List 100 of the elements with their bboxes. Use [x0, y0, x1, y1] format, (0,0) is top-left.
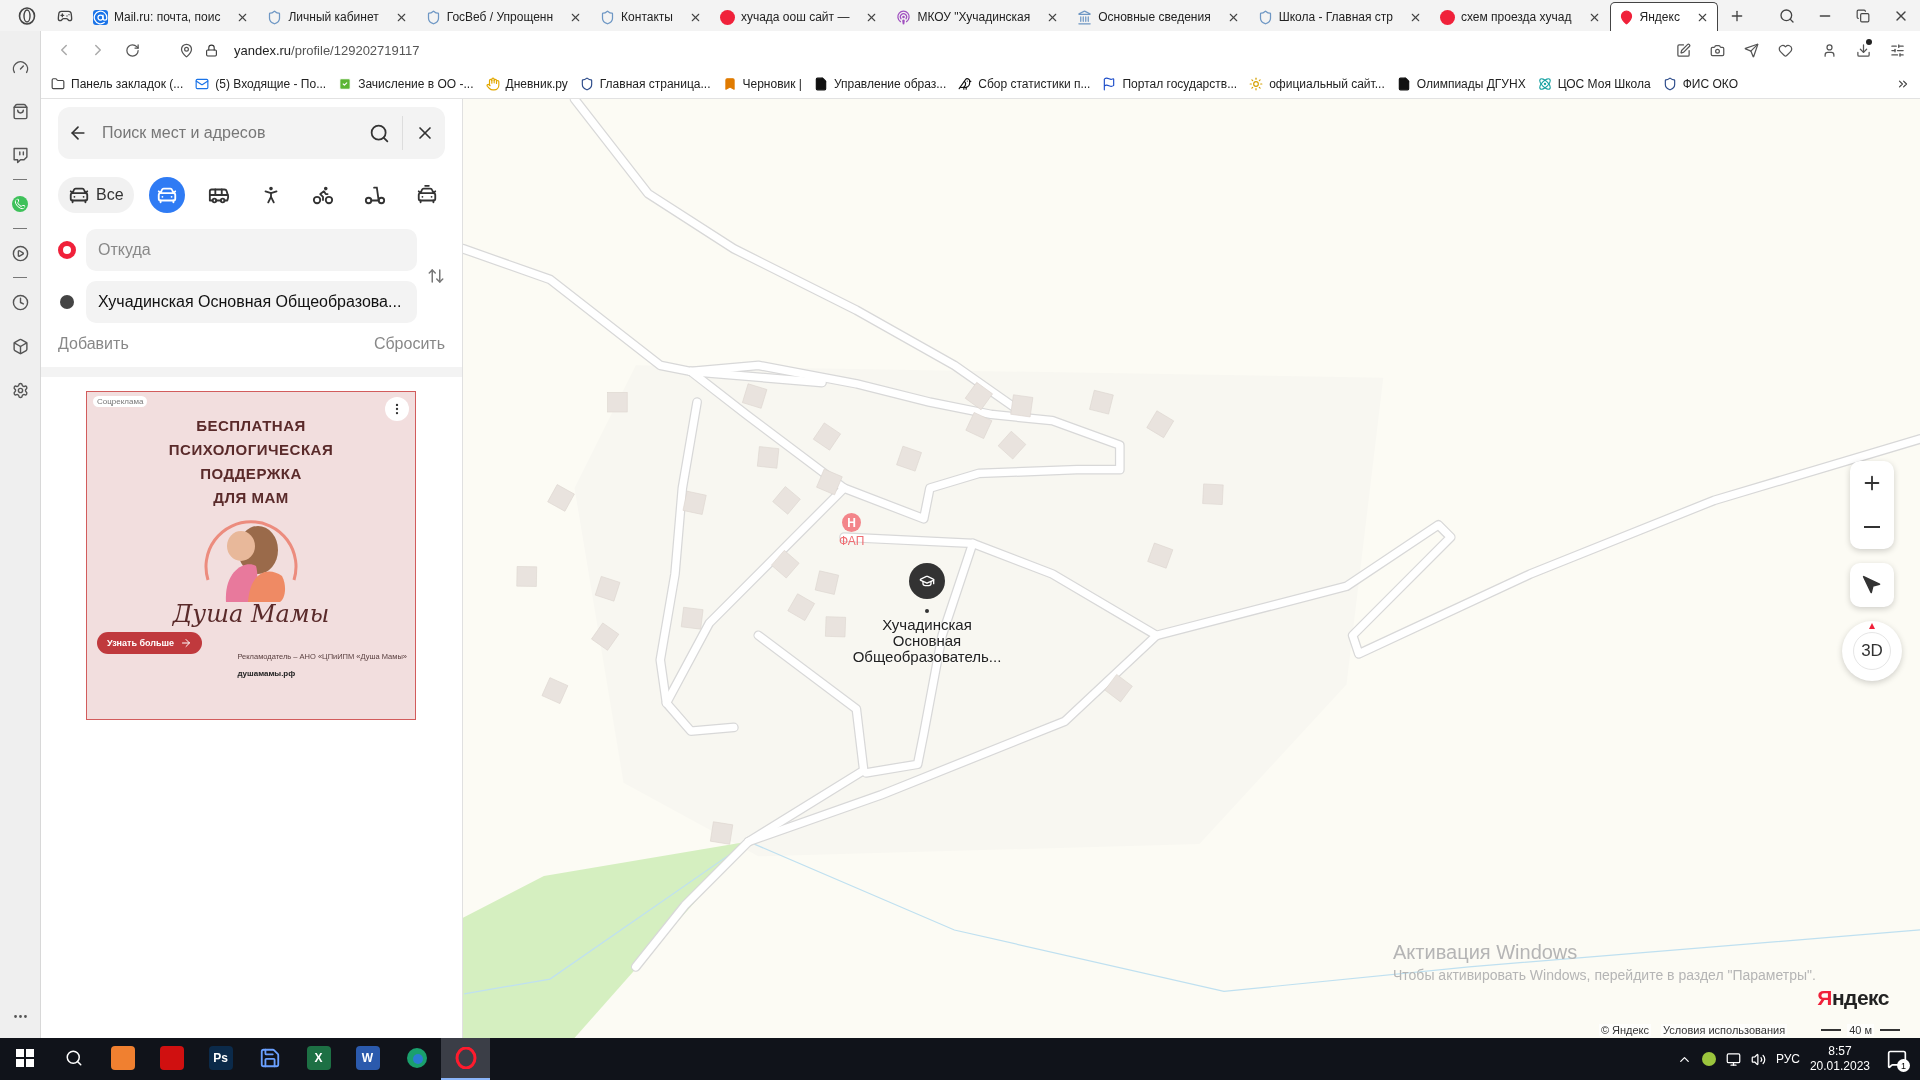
swap-icon[interactable]	[427, 267, 445, 285]
send-icon[interactable]	[1743, 42, 1759, 58]
hand-icon	[485, 76, 500, 91]
heart-icon[interactable]	[1777, 42, 1793, 58]
edit-icon[interactable]	[1675, 42, 1691, 58]
bookmark-link[interactable]: Черновик |	[722, 76, 802, 91]
bookmark-link[interactable]: официальный сайт...	[1249, 76, 1385, 91]
notifications-icon[interactable]	[1887, 1049, 1907, 1069]
broadcast-icon	[896, 9, 912, 25]
location-pin-icon[interactable]	[178, 42, 194, 58]
browser-tab[interactable]: Личный кабинет	[258, 2, 417, 31]
browser-tab[interactable]: схем проезда хучад	[1430, 2, 1610, 31]
bookmark-link[interactable]: Дневник.ру	[485, 76, 568, 91]
settings-icon[interactable]	[11, 381, 29, 399]
graduation-cap-icon	[919, 573, 935, 589]
minus-icon	[1864, 526, 1880, 528]
taskbar-app-button[interactable]: X	[294, 1038, 343, 1080]
map-pin-icon	[1618, 9, 1634, 25]
browser-tab[interactable]: Основные сведения	[1068, 2, 1249, 31]
network-icon[interactable]	[1725, 1051, 1741, 1067]
opera-logo-icon[interactable]	[18, 6, 36, 25]
menu-icon[interactable]	[1889, 42, 1905, 58]
browser-tab[interactable]: Mail.ru: почта, поис	[84, 2, 259, 31]
opera-logo-icon	[454, 1047, 477, 1069]
all-modes-button[interactable]: Все	[58, 177, 134, 213]
emblem-icon	[1257, 9, 1273, 25]
bookmark-link[interactable]: Панель закладок (...	[51, 76, 184, 91]
scale-line	[1821, 1029, 1842, 1031]
taskbar-app-button[interactable]: Ps	[196, 1038, 245, 1080]
lock-icon	[205, 43, 218, 57]
scooter-icon	[364, 184, 387, 206]
emblem-icon	[579, 76, 594, 91]
place-label[interactable]: Хучадинская Основная Общеобразователь...	[847, 617, 1007, 665]
taskbar-app-button[interactable]	[441, 1038, 490, 1080]
windows-logo-icon[interactable]	[15, 1049, 34, 1067]
taskbar-app-button[interactable]: W	[343, 1038, 392, 1080]
bookmark-link[interactable]: Главная страница...	[579, 76, 711, 91]
clock[interactable]: 8:57 20.01.2023	[1809, 1044, 1870, 1074]
bookmark-link[interactable]: Управление образ...	[813, 76, 947, 91]
bookmark-link[interactable]: Олимпиады ДГУНХ	[1396, 76, 1526, 91]
terms-link[interactable]: Условия использования	[1661, 1024, 1788, 1036]
chat-icon[interactable]	[11, 146, 29, 164]
bookmark-link[interactable]: Портал государств...	[1102, 76, 1238, 91]
reset-link[interactable]: Сбросить	[373, 335, 445, 353]
play-icon[interactable]	[11, 244, 29, 262]
reload-icon[interactable]	[124, 42, 140, 58]
check-icon	[338, 76, 353, 91]
tray-app-icon[interactable]	[1701, 1052, 1716, 1066]
search-icon[interactable]	[64, 1049, 83, 1067]
volume-icon[interactable]	[1750, 1051, 1766, 1067]
compass-control[interactable]: 3D	[1842, 621, 1902, 681]
cube-icon[interactable]	[11, 337, 29, 355]
bag-icon[interactable]	[11, 102, 29, 120]
speedometer-icon[interactable]	[11, 58, 29, 76]
bookmark-link[interactable]: (5) Входящие - По...	[195, 76, 327, 91]
bookmark-link[interactable]: Сбор статистики п...	[958, 76, 1091, 91]
browser-tab[interactable]: хучада оош сайт —	[710, 2, 888, 31]
arrow-right-icon	[180, 637, 193, 649]
browser-tab[interactable]: Яндекс	[1609, 2, 1718, 31]
add-link[interactable]: Добавить	[58, 335, 129, 353]
bookmark-icon	[722, 76, 737, 91]
address-field[interactable]: yandex.ru/profile/129202719117	[234, 42, 420, 58]
scale-line	[1880, 1029, 1900, 1031]
learn-more-button[interactable]: Узнать больше	[97, 632, 203, 654]
bookmark-link[interactable]: ФИС ОКО	[1662, 76, 1738, 91]
document-icon: W	[355, 1046, 380, 1070]
atom-icon	[1537, 76, 1552, 91]
file-icon	[1396, 76, 1411, 91]
to-field[interactable]: Хучадинская Основная Общеобразова...	[86, 281, 417, 323]
start-point-icon	[58, 241, 76, 259]
emblem-icon	[425, 9, 441, 25]
bookmark-link[interactable]: Зачисление в ОО -...	[338, 76, 474, 91]
ad-brand: Душа Мамы	[172, 600, 330, 628]
bookmark-link[interactable]: ЦОС Моя Школа	[1537, 76, 1651, 91]
at-sign-icon	[93, 9, 108, 25]
browser-tab[interactable]: ГосВеб / Упрощенн	[416, 2, 592, 31]
bird-icon	[958, 76, 973, 91]
clock-icon[interactable]	[11, 293, 29, 311]
locate-button[interactable]	[1850, 563, 1894, 607]
pin-point	[925, 609, 929, 613]
browser-tab[interactable]: МКОУ "Хучадинская	[887, 2, 1069, 31]
language-indicator[interactable]: РУС	[1775, 1052, 1800, 1066]
emblem-icon	[600, 9, 616, 25]
search-icon[interactable]	[1779, 7, 1795, 24]
emblem-icon	[1662, 76, 1677, 91]
browser-tab[interactable]: Школа - Главная стр	[1248, 2, 1431, 31]
photoshop-icon: Ps	[208, 1046, 233, 1070]
scale-label: 40 м	[1847, 1024, 1874, 1036]
user-icon[interactable]	[1821, 42, 1837, 58]
envelope-icon	[195, 76, 210, 91]
camera-icon[interactable]	[1709, 42, 1725, 58]
search-bar[interactable]: Поиск мест и адресов	[58, 107, 445, 159]
browser-tab[interactable]: Контакты	[591, 2, 711, 31]
restore-icon[interactable]	[1856, 8, 1870, 23]
download-icon[interactable]	[1855, 42, 1871, 58]
search-field[interactable]: Поиск мест и адресов	[100, 123, 369, 143]
north-marker-icon	[1869, 623, 1875, 629]
search-icon[interactable]	[369, 122, 390, 144]
end-point-icon	[60, 295, 74, 309]
from-field[interactable]: Откуда	[86, 229, 417, 271]
